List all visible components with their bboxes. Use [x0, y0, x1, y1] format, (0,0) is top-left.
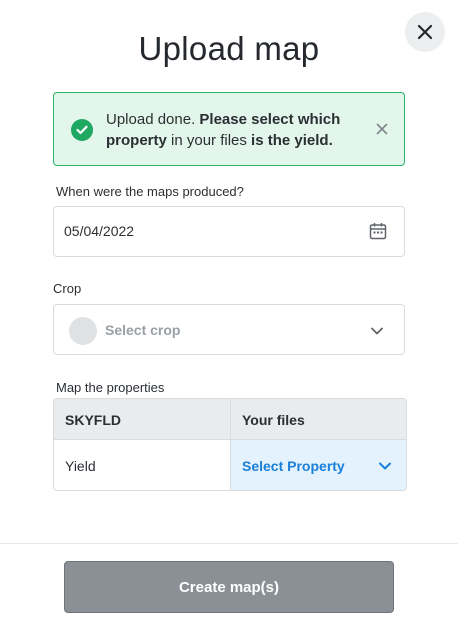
- table-header-skyfld: SKYFLD: [54, 399, 231, 440]
- chevron-down-icon: [371, 327, 383, 335]
- check-circle-icon: [71, 119, 93, 141]
- alert-text-3: in your files: [166, 132, 252, 149]
- property-mapping-table: SKYFLD Your files Yield Select Property: [53, 398, 407, 491]
- select-property-label: Select Property: [242, 458, 345, 474]
- alert-message: Upload done. Please select which propert…: [106, 109, 366, 151]
- date-field-label: When were the maps produced?: [56, 184, 244, 199]
- create-maps-button[interactable]: Create map(s): [64, 561, 394, 613]
- select-property-dropdown[interactable]: Select Property: [231, 440, 406, 490]
- chevron-down-icon: [379, 462, 391, 470]
- table-cell-property: Yield: [54, 440, 231, 490]
- mapping-label: Map the properties: [56, 380, 165, 395]
- close-icon: [376, 123, 388, 135]
- calendar-icon[interactable]: [369, 222, 387, 240]
- crop-avatar-placeholder: [69, 317, 97, 345]
- table-header-your-files: Your files: [231, 399, 406, 440]
- alert-text-4: is the yield.: [251, 132, 333, 149]
- alert-dismiss-button[interactable]: [374, 121, 390, 137]
- alert-text-1: Upload done.: [106, 111, 200, 128]
- modal-title: Upload map: [138, 30, 320, 67]
- success-alert: Upload done. Please select which propert…: [53, 92, 405, 166]
- crop-field-label: Crop: [53, 281, 82, 296]
- crop-placeholder: Select crop: [105, 322, 181, 338]
- date-input[interactable]: 05/04/2022: [53, 206, 405, 257]
- modal-footer: Create map(s): [0, 543, 458, 622]
- crop-select[interactable]: Select crop: [53, 304, 405, 355]
- date-value: 05/04/2022: [64, 223, 135, 239]
